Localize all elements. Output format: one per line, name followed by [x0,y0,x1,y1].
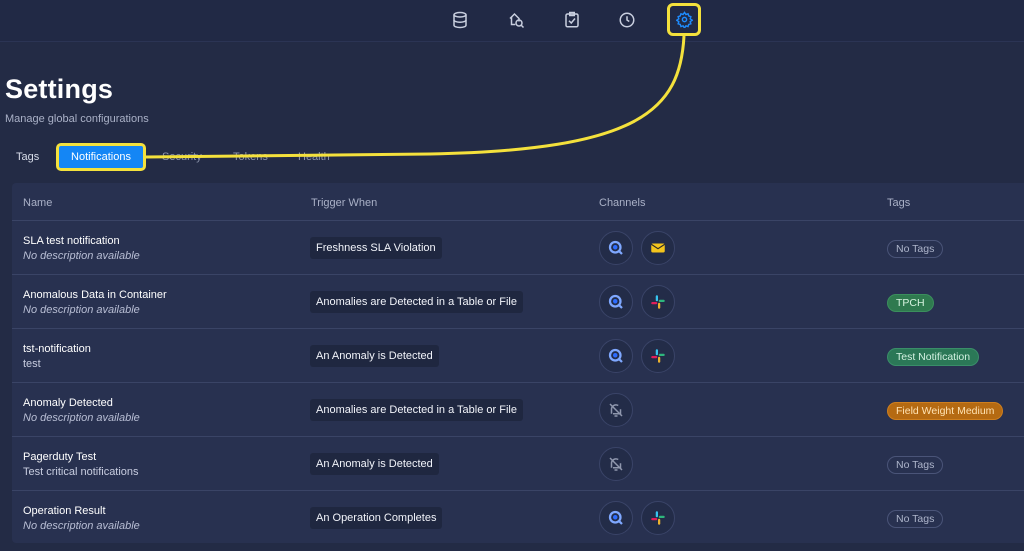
slack-icon [641,339,675,373]
row-title: Anomaly Detected [23,397,113,409]
status-badge: Field Weight Medium [887,402,1004,420]
header-name[interactable]: Name [23,197,52,209]
tab-security[interactable]: Security [162,151,202,163]
row-title: Anomalous Data in Container [23,289,167,301]
row-title: SLA test notification [23,235,120,247]
status-badge: No Tags [887,510,944,528]
status-badge: TPCH [887,294,934,312]
row-name-cell: tst-notification test [23,342,91,371]
row-name-cell: Pagerduty Test Test critical notificatio… [23,450,139,479]
row-title: tst-notification [23,343,91,355]
tab-tags[interactable]: Tags [16,151,39,163]
trigger-label: Freshness SLA Violation [310,237,442,259]
header-tags: Tags [887,197,911,209]
row-description: No description available [23,304,140,316]
clock-icon[interactable] [615,8,639,32]
row-description: No description available [23,250,140,262]
page-title: Settings [5,74,114,104]
tab-tokens[interactable]: Tokens [233,151,268,163]
notifications-off-icon [599,447,633,481]
trigger-label: An Operation Completes [310,507,443,529]
notifications-off-icon [599,393,633,427]
explore-icon[interactable] [504,8,528,32]
in-app-icon [599,231,633,265]
status-badge: No Tags [887,240,944,258]
email-icon [641,231,675,265]
table-row[interactable]: Pagerduty Test Test critical notificatio… [12,437,1024,491]
in-app-icon [599,501,633,535]
slack-icon [641,285,675,319]
table-header: Name Trigger When Channels Tags [12,183,1024,221]
trigger-label: An Anomaly is Detected [310,453,439,475]
header-trigger[interactable]: Trigger When [311,197,377,209]
row-name-cell: SLA test notification No description ava… [23,234,140,263]
row-description: Test critical notifications [23,466,139,478]
gear-icon[interactable] [667,3,701,36]
top-navigation [0,0,1024,42]
table-row[interactable]: SLA test notification No description ava… [12,221,1024,275]
in-app-icon [599,339,633,373]
in-app-icon [599,285,633,319]
tab-health[interactable]: Health [298,151,330,163]
row-description: test [23,358,41,370]
page-subtitle: Manage global configurations [5,113,149,125]
trigger-label: Anomalies are Detected in a Table or Fil… [310,291,523,313]
slack-icon [641,501,675,535]
trigger-label: An Anomaly is Detected [310,345,439,367]
status-badge: No Tags [887,456,944,474]
row-title: Operation Result [23,505,106,517]
status-badge: Test Notification [887,348,980,366]
table-row[interactable]: Operation Result No description availabl… [12,491,1024,545]
table-row[interactable]: tst-notification test An Anomaly is Dete… [12,329,1024,383]
tab-notifications[interactable]: Notifications [56,143,146,171]
row-name-cell: Anomaly Detected No description availabl… [23,396,140,425]
notifications-table: Name Trigger When Channels Tags SLA test… [12,183,1024,543]
trigger-label: Anomalies are Detected in a Table or Fil… [310,399,523,421]
row-name-cell: Operation Result No description availabl… [23,504,140,533]
table-row[interactable]: Anomaly Detected No description availabl… [12,383,1024,437]
row-name-cell: Anomalous Data in Container No descripti… [23,288,167,317]
checklist-icon[interactable] [560,8,584,32]
row-title: Pagerduty Test [23,451,97,463]
row-description: No description available [23,412,140,424]
header-channels: Channels [599,197,646,209]
row-description: No description available [23,520,140,532]
database-icon[interactable] [448,8,472,32]
table-row[interactable]: Anomalous Data in Container No descripti… [12,275,1024,329]
